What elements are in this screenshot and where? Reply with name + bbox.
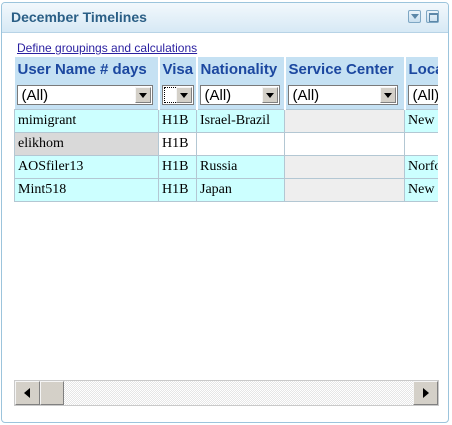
define-groupings-link[interactable]: Define groupings and calculations	[17, 41, 197, 55]
cell-visa: H1B	[158, 178, 197, 202]
window-maximize-icon[interactable]	[426, 10, 439, 23]
filter-cell-service-center: (All)	[284, 81, 406, 110]
cell-location	[404, 132, 438, 156]
panel-title: December Timelines	[11, 9, 147, 25]
grid-viewport: User Name # days Visa Nationality Servic…	[14, 57, 438, 377]
column-header-service-center[interactable]: Service Center	[284, 57, 406, 81]
cell-nationality: Japan	[196, 178, 285, 202]
cell-user: mimigrant	[14, 109, 159, 133]
table-row[interactable]: Mint518 H1B Japan New	[14, 178, 438, 202]
cell-service-center	[284, 132, 405, 156]
cell-user: Mint518	[14, 178, 159, 202]
december-timelines-panel: December Timelines Define groupings and …	[1, 2, 449, 423]
cell-location: New	[404, 178, 438, 202]
arrow-right-icon[interactable]	[413, 381, 438, 405]
filter-cell-user: (All)	[14, 81, 160, 110]
cell-nationality: Russia	[196, 155, 285, 179]
cell-visa: H1B	[158, 155, 197, 179]
timeline-grid: User Name # days Visa Nationality Servic…	[14, 57, 438, 202]
chevron-down-icon[interactable]	[175, 87, 192, 103]
column-header-location[interactable]: Location	[404, 57, 438, 81]
filter-value: (All)	[21, 87, 49, 104]
cell-user: AOSfiler13	[14, 155, 159, 179]
cell-location: New	[404, 109, 438, 133]
filter-select-user[interactable]: (All)	[16, 85, 153, 105]
arrow-left-icon[interactable]	[15, 381, 40, 405]
cell-user: elikhom	[14, 132, 159, 156]
filter-select-visa[interactable]	[161, 85, 194, 105]
table-row[interactable]: mimigrant H1B Israel-Brazil New	[14, 109, 438, 133]
filter-value: (All)	[292, 87, 320, 104]
filter-cell-nationality: (All)	[196, 81, 286, 110]
filter-select-service-center[interactable]: (All)	[287, 85, 398, 105]
filter-select-nationality[interactable]: (All)	[199, 85, 280, 105]
chevron-down-icon[interactable]	[408, 10, 421, 23]
cell-visa: H1B	[158, 109, 197, 133]
horizontal-scrollbar[interactable]	[14, 380, 439, 406]
cell-nationality	[196, 132, 285, 156]
column-header-user[interactable]: User Name # days	[14, 57, 160, 81]
table-row[interactable]: elikhom H1B	[14, 132, 438, 156]
cell-service-center	[284, 155, 405, 179]
filter-value: (All)	[412, 87, 439, 104]
chevron-down-icon[interactable]	[134, 87, 151, 103]
chevron-down-icon[interactable]	[261, 87, 278, 103]
filter-value: (All)	[204, 87, 232, 104]
cell-service-center	[284, 178, 405, 202]
cell-visa: H1B	[158, 132, 197, 156]
cell-nationality: Israel-Brazil	[196, 109, 285, 133]
column-header-visa[interactable]: Visa	[158, 57, 198, 81]
panel-header: December Timelines	[2, 3, 448, 33]
column-header-nationality[interactable]: Nationality	[196, 57, 286, 81]
cell-service-center	[284, 109, 405, 133]
filter-cell-visa	[158, 81, 198, 110]
filter-cell-location: (All)	[404, 81, 439, 110]
table-row[interactable]: AOSfiler13 H1B Russia Norfo	[14, 155, 438, 179]
cell-location: Norfo	[404, 155, 438, 179]
filter-select-location[interactable]: (All)	[407, 85, 439, 105]
scrollbar-thumb[interactable]	[40, 381, 64, 405]
chevron-down-icon[interactable]	[379, 87, 396, 103]
